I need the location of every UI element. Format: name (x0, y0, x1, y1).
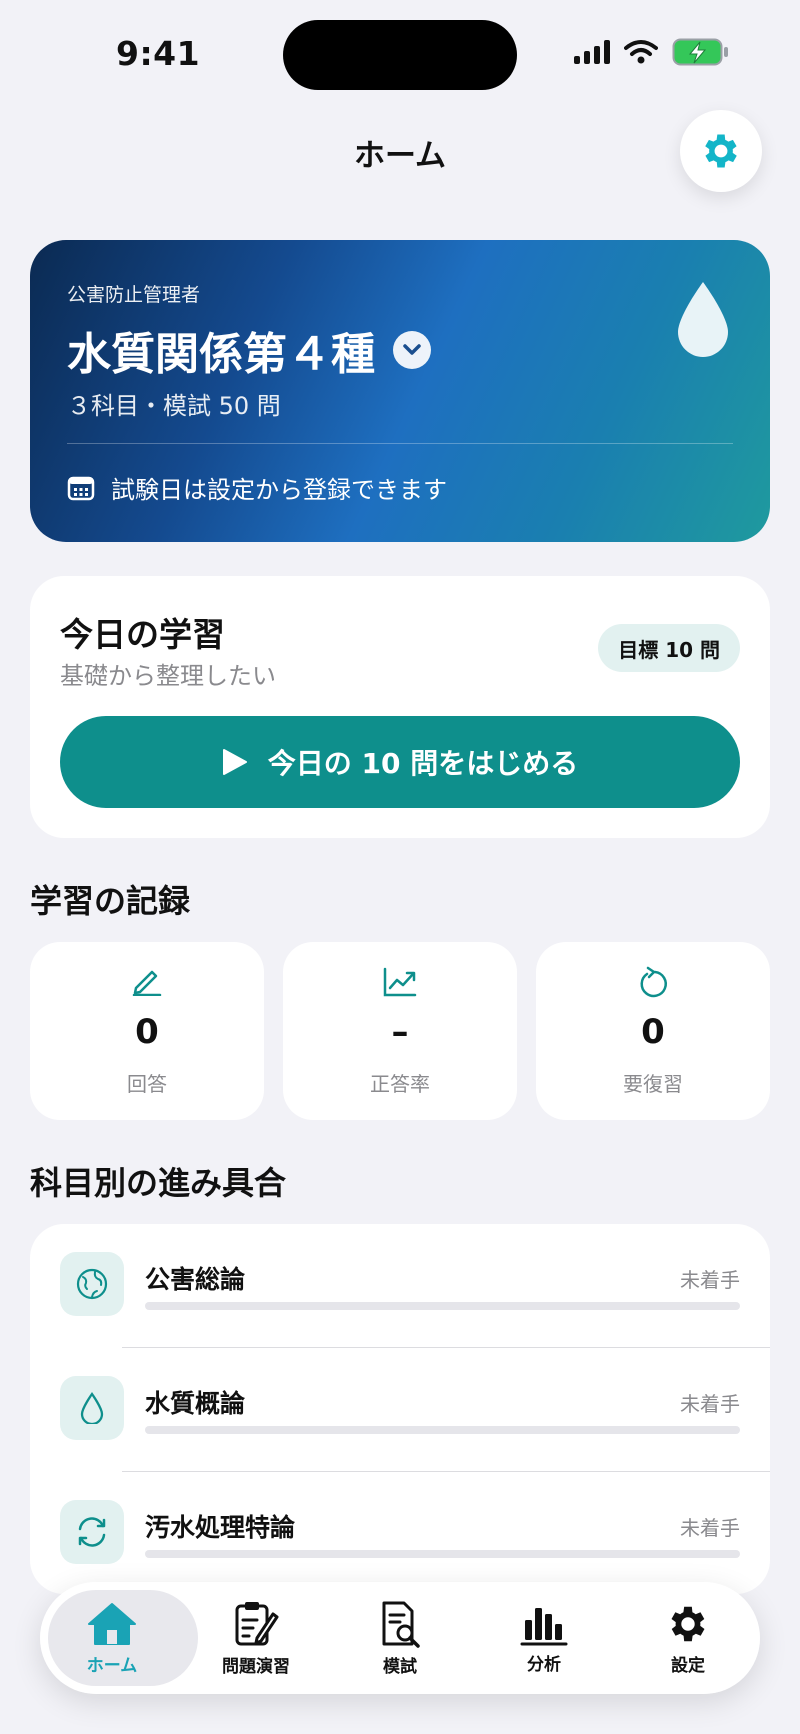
exam-hero-card[interactable]: 公害防止管理者 水質関係第４種 ３科目・模試 50 問 試験日は設定から登録でき… (30, 240, 770, 542)
tab-label: ホーム (86, 1655, 138, 1676)
exam-date-note: 試験日は設定から登録できます (67, 470, 447, 505)
bar-chart-icon (520, 1607, 568, 1645)
tab-home[interactable]: ホーム (40, 1582, 198, 1694)
chevron-down-icon[interactable] (393, 331, 431, 369)
stat-accuracy: – 正答率 (283, 942, 517, 1120)
status-time: 9:41 (116, 34, 201, 73)
today-title: 今日の学習 (60, 615, 225, 654)
subject-name: 汚水処理特論 (145, 1513, 296, 1542)
exam-title-selector[interactable]: 水質関係第４種 (67, 318, 431, 382)
subject-row[interactable]: 公害総論 未着手 (30, 1224, 770, 1348)
subject-progress-bar (145, 1302, 740, 1310)
start-today-label: 今日の 10 問をはじめる (267, 747, 579, 780)
redo-icon (640, 966, 667, 998)
today-subtitle: 基礎から整理したい (60, 662, 276, 690)
water-drop-icon (678, 282, 728, 357)
tab-label: 設定 (671, 1655, 705, 1676)
settings-button[interactable] (680, 110, 762, 192)
cycle-icon (78, 1517, 106, 1547)
subject-progress-bar (145, 1550, 740, 1558)
divider (67, 443, 733, 444)
start-today-button[interactable]: 今日の 10 問をはじめる (60, 716, 740, 808)
stat-answers: 0 回答 (30, 942, 264, 1120)
play-icon (222, 749, 247, 775)
stat-value: 0 (641, 1012, 665, 1052)
wifi-icon (624, 40, 658, 64)
exam-date-text: 試験日は設定から登録できます (111, 476, 447, 504)
subject-status: 未着手 (680, 1268, 740, 1292)
home-icon (88, 1602, 136, 1645)
exam-meta: ３科目・模試 50 問 (67, 392, 281, 420)
exam-category: 公害防止管理者 (67, 284, 201, 306)
gear-icon (705, 134, 737, 168)
status-icons (574, 38, 730, 66)
subject-status: 未着手 (680, 1516, 740, 1540)
tab-analysis[interactable]: 分析 (472, 1582, 616, 1694)
stat-label: 正答率 (370, 1072, 430, 1096)
stat-value: – (391, 1012, 409, 1052)
subject-name: 水質概論 (145, 1389, 246, 1418)
calendar-icon (67, 476, 95, 500)
globe-icon (76, 1268, 108, 1300)
today-study-card: 今日の学習 基礎から整理したい 目標 10 問 今日の 10 問をはじめる (30, 576, 770, 838)
exam-title: 水質関係第４種 (67, 329, 375, 380)
subject-row[interactable]: 汚水処理特論 未着手 (30, 1472, 770, 1594)
battery-icon (672, 38, 728, 66)
stat-review: 0 要復習 (536, 942, 770, 1120)
signal-icon (574, 40, 610, 64)
stat-label: 要復習 (623, 1072, 683, 1096)
pencil-icon (132, 970, 162, 996)
tab-practice[interactable]: 問題演習 (184, 1582, 328, 1694)
trend-chart-icon (383, 967, 417, 997)
stat-label: 回答 (127, 1072, 167, 1096)
subject-progress-bar (145, 1426, 740, 1434)
tab-label: 問題演習 (222, 1656, 290, 1677)
tab-label: 分析 (527, 1654, 561, 1675)
subject-status: 未着手 (680, 1392, 740, 1416)
subject-row[interactable]: 水質概論 未着手 (30, 1348, 770, 1472)
document-search-icon (382, 1601, 420, 1648)
tab-bar: ホーム 問題演習 模試 分析 設定 (40, 1582, 760, 1694)
status-bar: 9:41 (0, 0, 800, 100)
tab-label: 模試 (383, 1656, 417, 1677)
tab-settings[interactable]: 設定 (616, 1582, 760, 1694)
subject-list: 公害総論 未着手 水質概論 未着手 汚水処理特論 未着手 (30, 1224, 770, 1594)
records-section-title: 学習の記録 (30, 882, 191, 920)
gear-icon (671, 1606, 705, 1641)
subjects-section-title: 科目別の進み具合 (30, 1164, 287, 1202)
tab-mock-exam[interactable]: 模試 (328, 1582, 472, 1694)
dynamic-island (283, 20, 517, 90)
drop-icon (80, 1392, 104, 1424)
subject-name: 公害総論 (145, 1265, 246, 1294)
clipboard-icon (235, 1601, 279, 1645)
stat-value: 0 (135, 1012, 159, 1052)
goal-badge: 目標 10 問 (598, 624, 740, 672)
